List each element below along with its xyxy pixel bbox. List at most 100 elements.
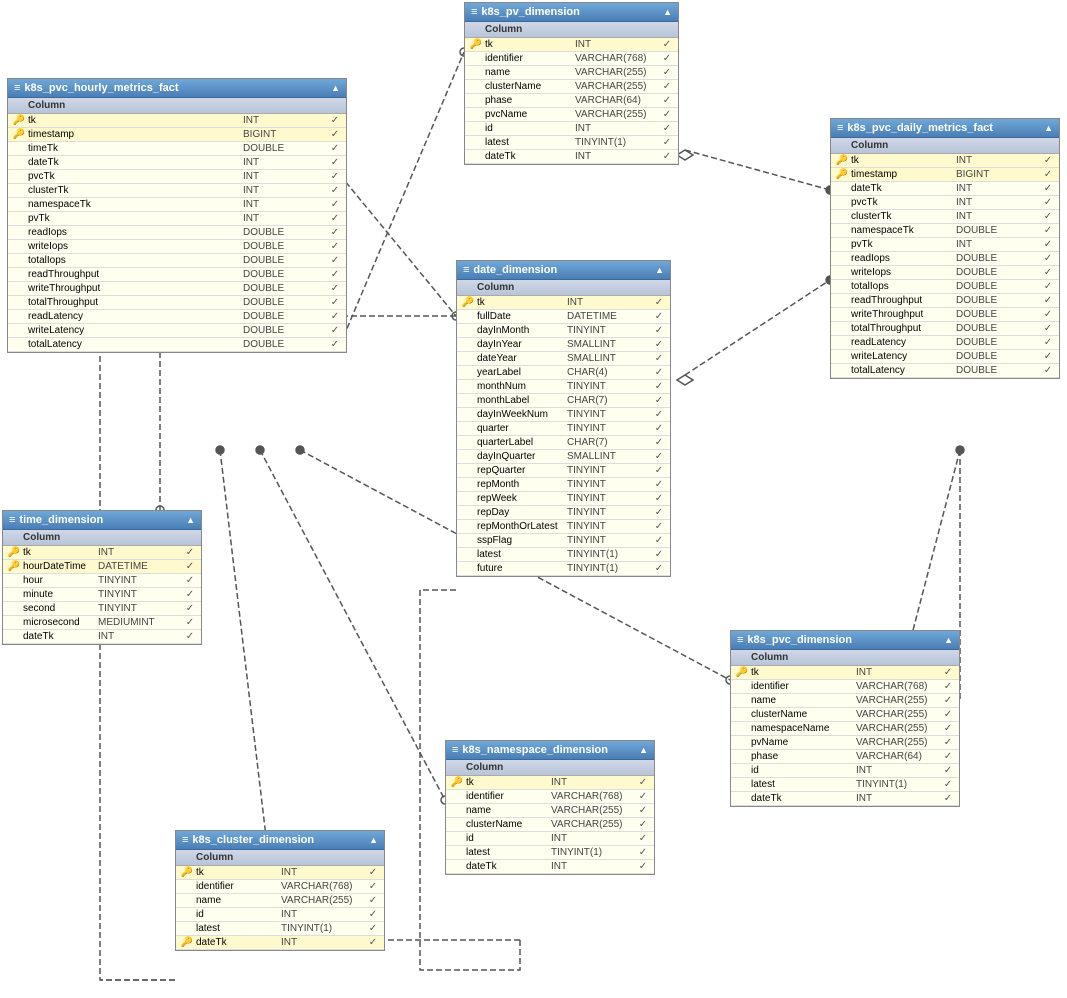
col-header-pvc-dim: Column: [731, 650, 959, 666]
table-row: clusterTkINT✓: [8, 184, 346, 198]
table-row: minuteTINYINT✓: [3, 588, 201, 602]
table-row: pvcNameVARCHAR(255)✓: [465, 108, 678, 122]
key-icon: 🔑: [461, 297, 475, 308]
col-header-cluster: Column: [176, 850, 384, 866]
table-row: readIopsDOUBLE✓: [8, 226, 346, 240]
table-row: clusterNameVARCHAR(255)✓: [465, 80, 678, 94]
table-row: totalThroughputDOUBLE✓: [831, 322, 1059, 336]
table-row: dateTkINT✓: [465, 150, 678, 164]
table-row: quarterLabelCHAR(7)✓: [457, 436, 670, 450]
table-k8s-pvc-daily-metrics-fact: ≡k8s_pvc_daily_metrics_fact ▲ Column 🔑tk…: [830, 118, 1060, 379]
table-row: hourTINYINT✓: [3, 574, 201, 588]
table-row: readIopsDOUBLE✓: [831, 252, 1059, 266]
table-row: idINT✓: [731, 764, 959, 778]
table-row: nameVARCHAR(255)✓: [465, 66, 678, 80]
table-row: namespaceNameVARCHAR(255)✓: [731, 722, 959, 736]
table-row: totalIopsDOUBLE✓: [831, 280, 1059, 294]
table-header-daily[interactable]: ≡k8s_pvc_daily_metrics_fact ▲: [831, 119, 1059, 138]
table-header-pvc-dim[interactable]: ≡k8s_pvc_dimension ▲: [731, 631, 959, 650]
table-row: clusterTkINT✓: [831, 210, 1059, 224]
key-icon: 🔑: [180, 937, 194, 948]
table-row: writeLatencyDOUBLE✓: [831, 350, 1059, 364]
key-icon: 🔑: [735, 667, 749, 678]
key-icon: 🔑: [469, 39, 483, 50]
table-row: readLatencyDOUBLE✓: [8, 310, 346, 324]
table-row: repMonthOrLatestTINYINT✓: [457, 520, 670, 534]
key-icon: 🔑: [835, 155, 849, 166]
table-row: dateYearSMALLINT✓: [457, 352, 670, 366]
table-row: latestTINYINT(1)✓: [465, 136, 678, 150]
col-header-k8s-pv-dimension: Column: [465, 22, 678, 38]
col-header-namespace: Column: [446, 760, 654, 776]
table-row: 🔑timestampBIGINT✓: [831, 168, 1059, 182]
table-row: 🔑tkINT✓: [446, 776, 654, 790]
table-row: 🔑timestampBIGINT✓: [8, 128, 346, 142]
table-row: 🔑hourDateTimeDATETIME✓: [3, 560, 201, 574]
table-date-dimension: ≡date_dimension ▲ Column 🔑tkINT✓ fullDat…: [456, 260, 671, 577]
table-row: timeTkDOUBLE✓: [8, 142, 346, 156]
key-icon: 🔑: [12, 115, 26, 126]
table-header-hourly[interactable]: ≡k8s_pvc_hourly_metrics_fact ▲: [8, 79, 346, 98]
table-row: secondTINYINT✓: [3, 602, 201, 616]
table-row: identifierVARCHAR(768)✓: [731, 680, 959, 694]
table-row: futureTINYINT(1)✓: [457, 562, 670, 576]
table-header-namespace[interactable]: ≡k8s_namespace_dimension ▲: [446, 741, 654, 760]
col-header-time: Column: [3, 530, 201, 546]
table-row: phaseVARCHAR(64)✓: [465, 94, 678, 108]
table-k8s-pvc-dimension: ≡k8s_pvc_dimension ▲ Column 🔑tkINT✓ iden…: [730, 630, 960, 807]
table-k8s-namespace-dimension: ≡k8s_namespace_dimension ▲ Column 🔑tkINT…: [445, 740, 655, 875]
table-row: latestTINYINT(1)✓: [176, 922, 384, 936]
table-k8s-pv-dimension: ≡k8s_pv_dimension ▲ Column 🔑tkINT✓ ident…: [464, 2, 679, 165]
table-row: totalIopsDOUBLE✓: [8, 254, 346, 268]
table-row: pvTkINT✓: [8, 212, 346, 226]
table-header-date[interactable]: ≡date_dimension ▲: [457, 261, 670, 280]
table-row: readThroughputDOUBLE✓: [831, 294, 1059, 308]
table-row: namespaceTkINT✓: [8, 198, 346, 212]
table-row: repQuarterTINYINT✓: [457, 464, 670, 478]
table-row: dateTkINT✓: [731, 792, 959, 806]
table-row: 🔑tkINT✓: [831, 154, 1059, 168]
table-row: nameVARCHAR(255)✓: [446, 804, 654, 818]
table-row: totalLatencyDOUBLE✓: [8, 338, 346, 352]
table-row: monthNumTINYINT✓: [457, 380, 670, 394]
table-k8s-cluster-dimension: ≡k8s_cluster_dimension ▲ Column 🔑tkINT✓ …: [175, 830, 385, 951]
table-row: phaseVARCHAR(64)✓: [731, 750, 959, 764]
col-header-hourly: Column: [8, 98, 346, 114]
table-row: readLatencyDOUBLE✓: [831, 336, 1059, 350]
table-header-cluster[interactable]: ≡k8s_cluster_dimension ▲: [176, 831, 384, 850]
table-row: totalThroughputDOUBLE✓: [8, 296, 346, 310]
key-icon: 🔑: [12, 129, 26, 140]
table-row: latestTINYINT(1)✓: [731, 778, 959, 792]
table-row: pvcTkINT✓: [8, 170, 346, 184]
table-row: repWeekTINYINT✓: [457, 492, 670, 506]
table-row: writeThroughputDOUBLE✓: [8, 282, 346, 296]
table-row: nameVARCHAR(255)✓: [176, 894, 384, 908]
table-header-time[interactable]: ≡time_dimension ▲: [3, 511, 201, 530]
table-row: totalLatencyDOUBLE✓: [831, 364, 1059, 378]
table-row: clusterNameVARCHAR(255)✓: [731, 708, 959, 722]
key-icon: 🔑: [450, 777, 464, 788]
table-row: identifierVARCHAR(768)✓: [176, 880, 384, 894]
table-row: idINT✓: [446, 832, 654, 846]
table-row: microsecondMEDIUMINT✓: [3, 616, 201, 630]
table-header-k8s-pv-dimension[interactable]: ≡k8s_pv_dimension ▲: [465, 3, 678, 22]
key-icon: 🔑: [180, 867, 194, 878]
table-row: dateTkINT✓: [8, 156, 346, 170]
table-row: writeIopsDOUBLE✓: [8, 240, 346, 254]
table-row: 🔑tkINT✓: [457, 296, 670, 310]
table-row: writeIopsDOUBLE✓: [831, 266, 1059, 280]
key-icon: 🔑: [7, 561, 21, 572]
table-row: identifierVARCHAR(768)✓: [446, 790, 654, 804]
table-row: latestTINYINT(1)✓: [457, 548, 670, 562]
table-row: sspFlagTINYINT✓: [457, 534, 670, 548]
table-row: quarterTINYINT✓: [457, 422, 670, 436]
table-row: monthLabelCHAR(7)✓: [457, 394, 670, 408]
table-row: repMonthTINYINT✓: [457, 478, 670, 492]
table-row: clusterNameVARCHAR(255)✓: [446, 818, 654, 832]
table-row: repDayTINYINT✓: [457, 506, 670, 520]
table-row: 🔑tkINT✓: [731, 666, 959, 680]
key-icon: 🔑: [835, 169, 849, 180]
table-row: 🔑tkINT✓: [465, 38, 678, 52]
table-row: pvNameVARCHAR(255)✓: [731, 736, 959, 750]
table-row: dayInMonthTINYINT✓: [457, 324, 670, 338]
